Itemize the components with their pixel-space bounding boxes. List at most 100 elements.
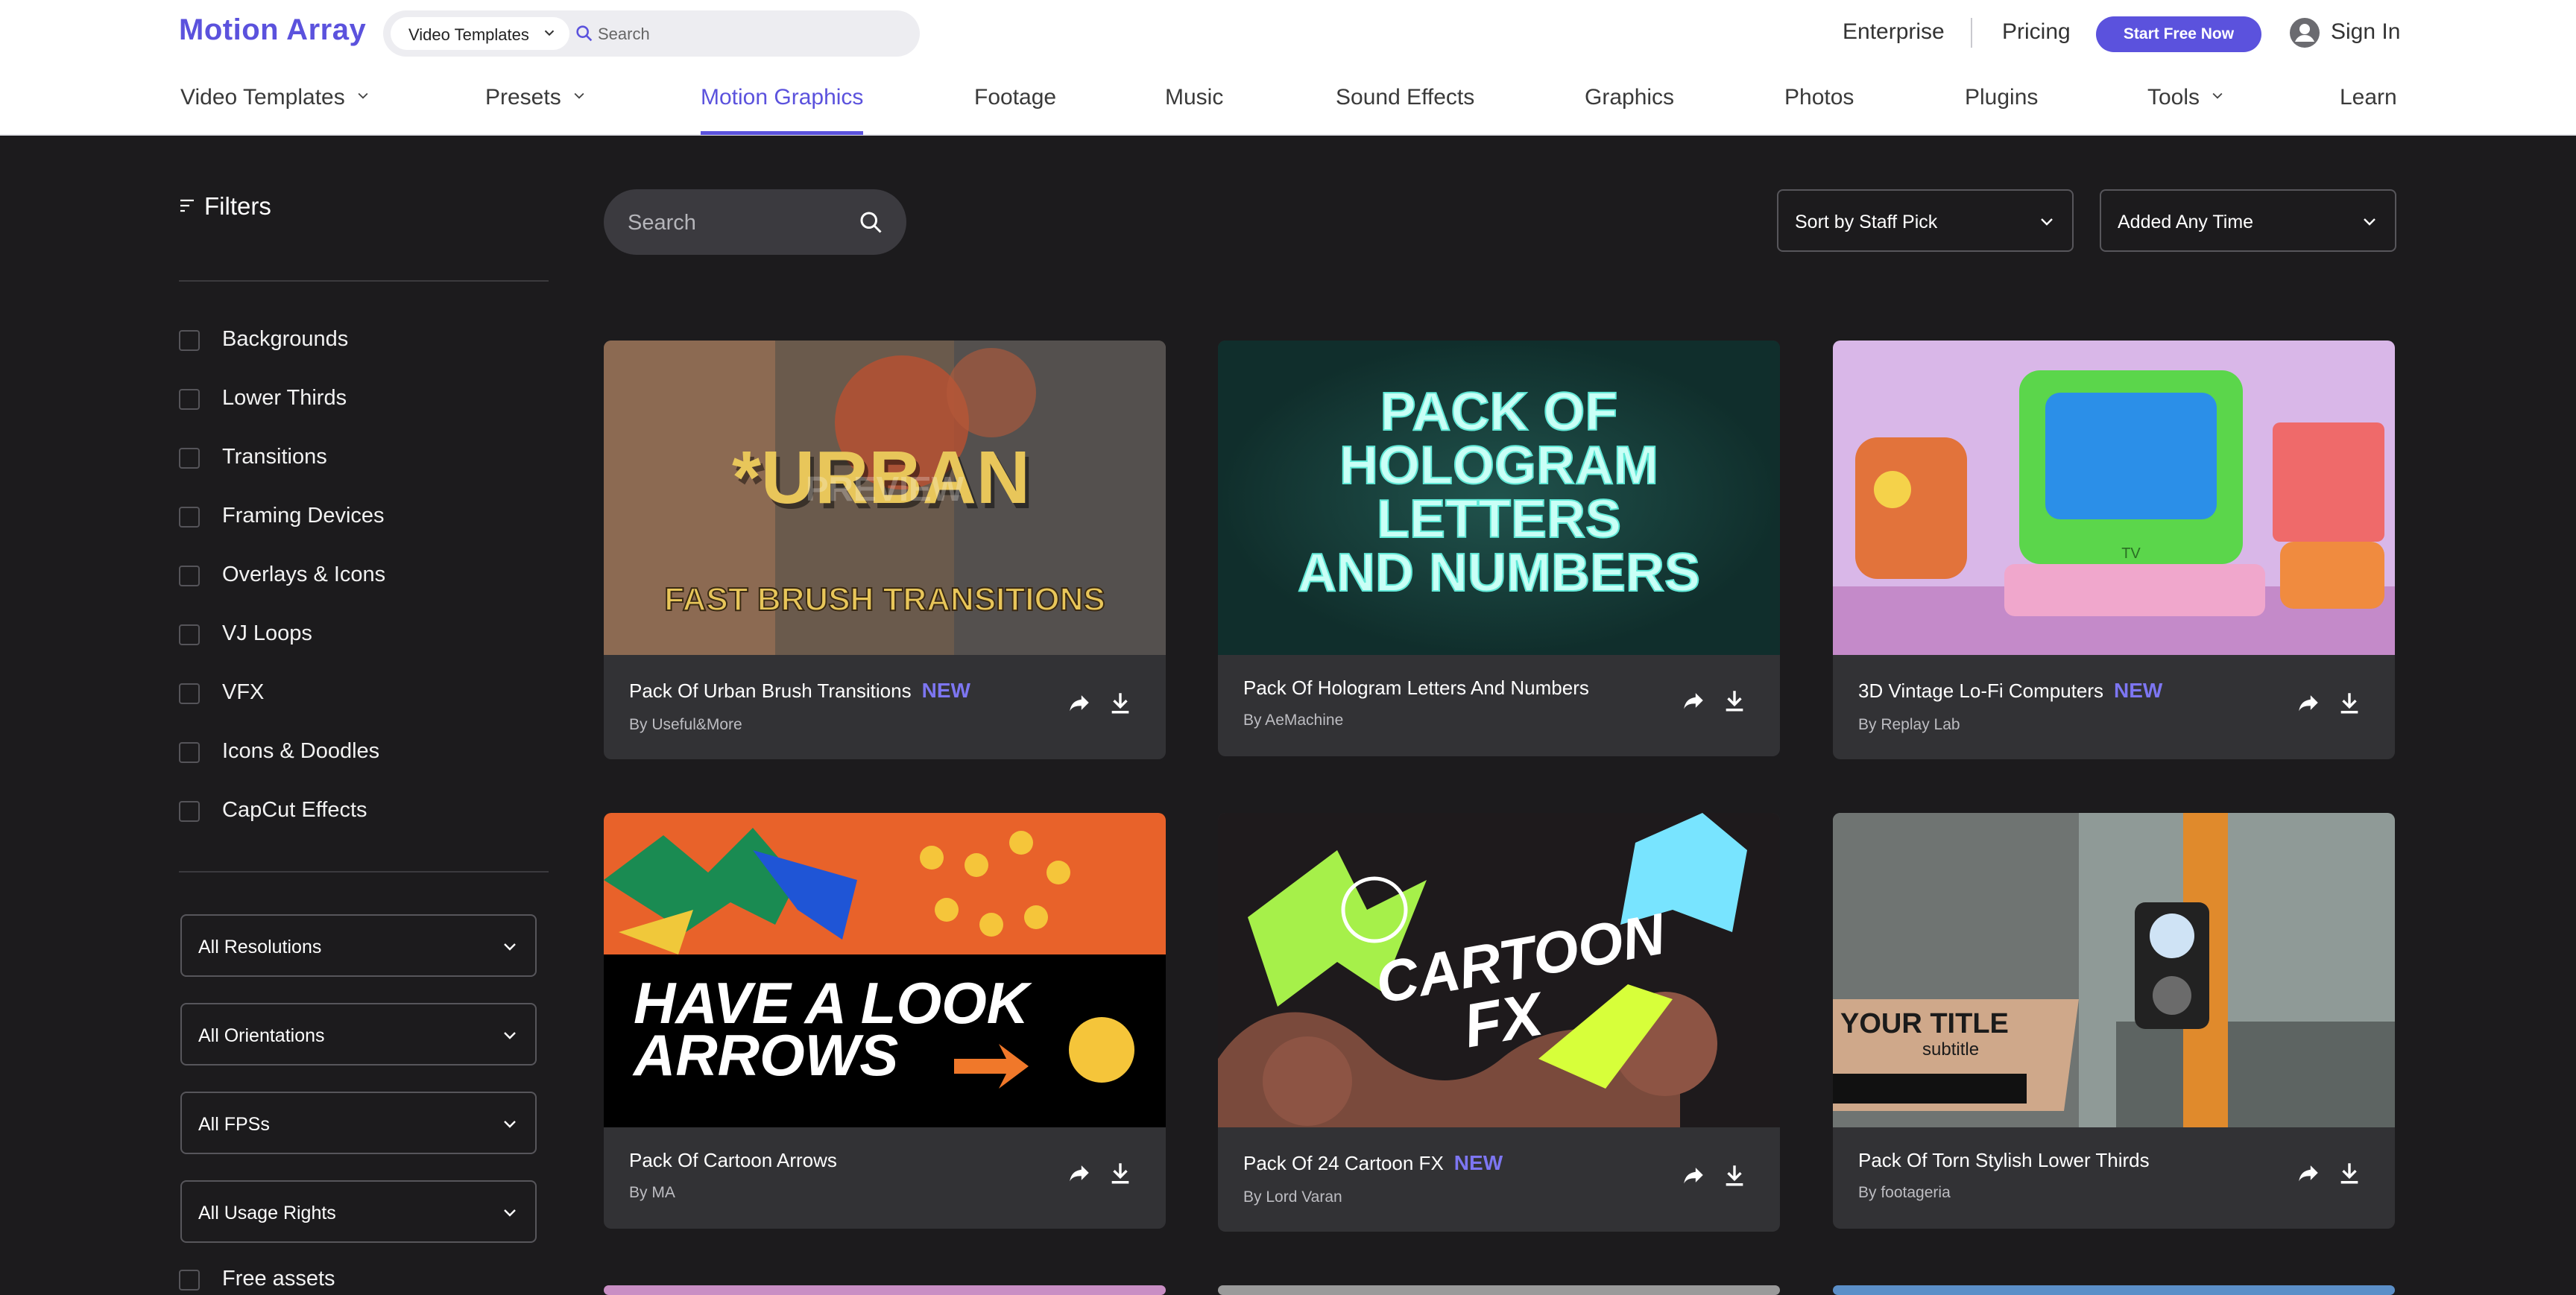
filter-label: Lower Thirds [222,386,347,410]
share-icon[interactable] [1067,690,1092,715]
card-thumbnail[interactable]: TV [1833,341,2395,655]
nav-photos[interactable]: Photos [1784,85,1854,110]
card-title-text: 3D Vintage Lo-Fi Computers [1858,680,2104,702]
card-author[interactable]: By Replay Lab [1858,716,1960,734]
filter-label: Framing Devices [222,504,385,528]
nav-label: Presets [485,85,561,110]
download-icon[interactable] [1108,690,1133,715]
card-author[interactable]: By AeMachine [1243,712,1343,729]
thumb-line: ARROWS [632,1022,898,1088]
asset-card[interactable] [1218,1285,1780,1295]
checkbox[interactable] [179,801,200,822]
nav-presets[interactable]: Presets [485,85,587,110]
asset-card[interactable]: HAVE A LOOK ARROWS Pack Of Cartoon Arrow… [604,813,1166,1229]
card-author[interactable]: By footageria [1858,1184,1951,1202]
search-icon[interactable] [857,209,884,235]
asset-card[interactable]: YOUR TITLE subtitle Pack Of Torn Stylish… [1833,813,2395,1229]
card-thumbnail[interactable]: HAVE A LOOK ARROWS [604,813,1166,1127]
card-author[interactable]: By Lord Varan [1243,1188,1342,1206]
checkbox[interactable] [179,389,200,410]
asset-card[interactable]: *URBAN *URBAN PREVIEW FAST BRUSH TRANSIT… [604,341,1166,759]
card-title-text: Pack Of Urban Brush Transitions [629,680,912,702]
thumb-line: AND NUMBERS [1298,543,1700,603]
card-title[interactable]: 3D Vintage Lo-Fi Computers NEW [1858,679,2162,703]
thumb-label: TV [2121,545,2141,562]
card-thumbnail[interactable]: PACK OF HOLOGRAM LETTERS AND NUMBERS [1218,341,1780,655]
card-title-text: Pack Of Cartoon Arrows [629,1149,837,1171]
enterprise-link[interactable]: Enterprise [1843,19,1945,45]
share-icon[interactable] [1681,688,1706,713]
chevron-down-icon [504,1032,516,1039]
top-header: Motion Array Video Templates Search Ente… [0,0,2576,136]
download-icon[interactable] [1108,1160,1133,1185]
filter-label: Backgrounds [222,327,349,351]
nav-music[interactable]: Music [1165,85,1223,110]
nav-sound-effects[interactable]: Sound Effects [1336,85,1474,110]
content-search[interactable]: Search [604,189,906,255]
chevron-down-icon [2041,218,2053,226]
card-thumbnail[interactable]: CARTOON FX [1218,813,1780,1127]
chevron-down-icon [504,1121,516,1128]
select-label: All FPSs [198,1114,270,1135]
resolution-select[interactable]: All Resolutions [180,914,537,977]
nav-tools[interactable]: Tools [2147,85,2225,110]
nav-plugins[interactable]: Plugins [1965,85,2038,110]
download-icon[interactable] [2337,690,2362,715]
nav-video-templates[interactable]: Video Templates [180,85,370,110]
nav-footage[interactable]: Footage [974,85,1056,110]
nav-graphics[interactable]: Graphics [1585,85,1674,110]
card-title[interactable]: Pack Of Torn Stylish Lower Thirds [1858,1148,2160,1172]
card-title[interactable]: Pack Of Urban Brush Transitions NEW [629,679,970,703]
filter-label: Overlays & Icons [222,563,386,586]
share-icon[interactable] [1067,1160,1092,1185]
asset-card[interactable] [1833,1285,2395,1295]
checkbox[interactable] [179,507,200,528]
asset-card[interactable]: CARTOON FX Pack Of 24 Cartoon FX NEW By L… [1218,813,1780,1232]
content-search-input[interactable]: Search [628,211,696,235]
pricing-link[interactable]: Pricing [2002,19,2071,45]
sort-select[interactable]: Sort by Staff Pick [1777,189,2074,252]
card-title[interactable]: Pack Of Hologram Letters And Numbers [1243,676,1600,700]
checkbox[interactable] [179,566,200,586]
asset-card[interactable]: TV 3D Vintage Lo-Fi Computers NEW By Repl… [1833,341,2395,759]
nav-label: Tools [2147,85,2200,110]
checkbox[interactable] [179,683,200,704]
share-icon[interactable] [2296,690,2321,715]
card-author[interactable]: By Useful&More [629,716,742,734]
user-avatar-icon[interactable] [2288,16,2321,49]
search-category-select[interactable]: Video Templates [391,17,569,50]
card-title-text: Pack Of Hologram Letters And Numbers [1243,677,1589,699]
nav-learn[interactable]: Learn [2340,85,2397,110]
fps-select[interactable]: All FPSs [180,1092,537,1154]
share-icon[interactable] [1681,1162,1706,1188]
card-thumbnail[interactable]: YOUR TITLE subtitle [1833,813,2395,1127]
nav-motion-graphics[interactable]: Motion Graphics [701,85,863,110]
asset-card[interactable] [604,1285,1166,1295]
checkbox[interactable] [179,330,200,351]
chevron-down-icon [358,92,368,99]
usage-rights-select[interactable]: All Usage Rights [180,1180,537,1243]
thumb-line: LETTERS [1377,490,1621,549]
card-author[interactable]: By MA [629,1184,675,1202]
checkbox[interactable] [179,1270,200,1291]
orientation-select[interactable]: All Orientations [180,1003,537,1066]
card-title[interactable]: Pack Of Cartoon Arrows [629,1148,847,1172]
thumb-subline: FAST BRUSH TRANSITIONS [664,581,1105,618]
download-icon[interactable] [1722,1162,1747,1188]
share-icon[interactable] [2296,1160,2321,1185]
checkbox[interactable] [179,448,200,469]
download-icon[interactable] [2337,1160,2362,1185]
asset-card[interactable]: PACK OF HOLOGRAM LETTERS AND NUMBERS Pac… [1218,341,1780,756]
card-title[interactable]: Pack Of 24 Cartoon FX NEW [1243,1151,1503,1175]
checkbox[interactable] [179,624,200,645]
sign-in-link[interactable]: Sign In [2331,19,2400,45]
checkbox[interactable] [179,742,200,763]
logo[interactable]: Motion Array [179,13,366,47]
start-free-button[interactable]: Start Free Now [2096,16,2261,52]
download-icon[interactable] [1722,688,1747,713]
filter-label: CapCut Effects [222,798,367,822]
date-added-select[interactable]: Added Any Time [2100,189,2396,252]
card-thumbnail[interactable]: *URBAN *URBAN PREVIEW FAST BRUSH TRANSIT… [604,341,1166,655]
global-search-input[interactable]: Search [598,25,650,44]
thumb-watermark: PREVIEW [806,469,965,508]
